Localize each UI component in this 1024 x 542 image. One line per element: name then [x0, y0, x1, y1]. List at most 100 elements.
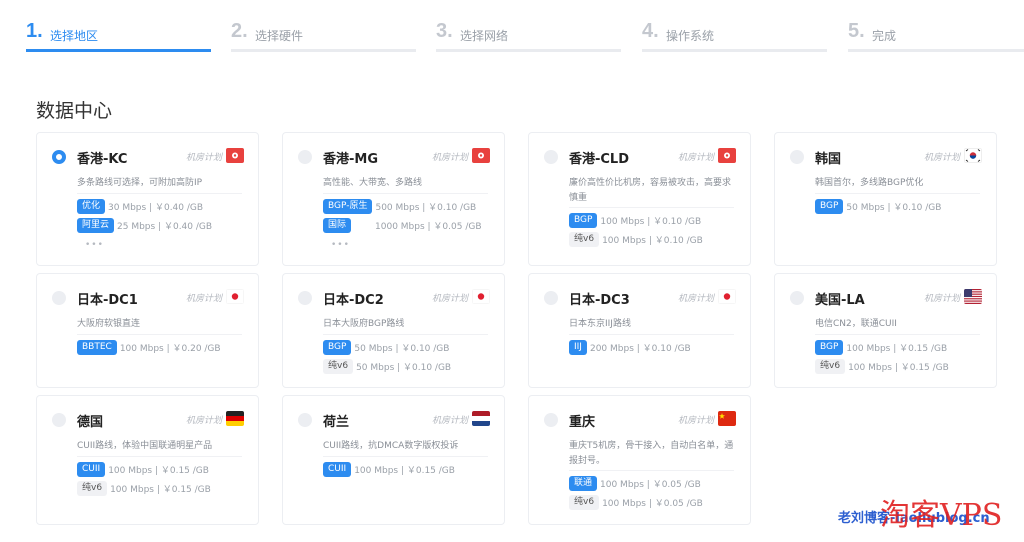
line-badge: CUII: [77, 462, 106, 477]
line-option: 纯v6 50 Mbps | ￥0.10 /GB: [323, 359, 451, 375]
datacenter-card-jp-dc3[interactable]: 日本-DC3 机房计划 日本东京IIJ路线 IIJ 200 Mbps | ￥0.1…: [528, 273, 751, 388]
line-info: 500 Mbps | ￥0.10 /GB: [375, 203, 477, 213]
line-info: 100 Mbps | ￥0.05 /GB: [600, 480, 701, 490]
datacenter-description: 日本东京IIJ路线: [569, 319, 631, 329]
divider: [569, 334, 734, 335]
section-title: 数据中心: [36, 100, 113, 122]
step-bar: [231, 49, 416, 52]
plan-tag: 机房计划: [185, 416, 222, 426]
line-option: BGP 50 Mbps | ￥0.10 /GB: [323, 340, 449, 356]
step-bar: [26, 49, 211, 52]
plan-tag: 机房计划: [677, 416, 714, 426]
line-badge: 纯v6: [323, 359, 354, 374]
step-bar: [436, 49, 621, 52]
datacenter-card-hk-mg[interactable]: 香港-MG 机房计划 高性能、大带宽、多路线 BGP-原生 500 Mbps | …: [282, 132, 505, 266]
line-option: 纯v6 100 Mbps | ￥0.15 /GB: [77, 481, 211, 497]
line-badge: 联通: [569, 476, 598, 491]
line-badge: BGP: [323, 340, 352, 355]
datacenter-card-netherlands[interactable]: 荷兰 机房计划 CUII路线，抗DMCA数字版权投诉 CUII 100 Mbps …: [282, 395, 505, 525]
datacenter-card-jp-dc1[interactable]: 日本-DC1 机房计划 大阪府软银直连 BBTEC 100 Mbps | ￥0.2…: [36, 273, 259, 388]
vps-watermark: 淘客VPS: [880, 498, 1003, 533]
step-label: 选择硬件: [255, 29, 304, 43]
datacenter-name: 荷兰: [323, 415, 350, 430]
plan-tag: 机房计划: [677, 294, 714, 304]
line-info: 100 Mbps | ￥0.10 /GB: [600, 217, 702, 227]
datacenter-description: 重庆T5机房，骨干接入，自动白名单，通报封号。: [569, 441, 734, 466]
line-badge: BGP: [569, 213, 598, 228]
radio-button[interactable]: [52, 150, 66, 164]
datacenter-card-hk-kc[interactable]: 香港-KC 机房计划 多条路线可选择，可附加高防IP 优化 30 Mbps | ￥…: [36, 132, 259, 266]
line-badge: 纯v6: [815, 359, 846, 374]
datacenter-name: 重庆: [569, 415, 596, 430]
step-finish[interactable]: 5. 完成: [848, 16, 1024, 52]
line-badge: 纯v6: [77, 481, 108, 496]
line-option: 纯v6 100 Mbps | ￥0.10 /GB: [569, 232, 703, 248]
radio-button[interactable]: [544, 291, 558, 305]
step-select-region[interactable]: 1. 选择地区: [26, 16, 211, 52]
line-info: 100 Mbps | ￥0.15 /GB: [110, 485, 211, 495]
datacenter-description: 韩国首尔，多线路BGP优化: [815, 178, 924, 188]
korea-flag-icon: [964, 148, 982, 163]
datacenter-description: 高性能、大带宽、多路线: [323, 178, 423, 188]
step-operating-system[interactable]: 4. 操作系统: [642, 16, 827, 52]
datacenter-description: 电信CN2，联通CUII: [815, 319, 897, 329]
plan-tag: 机房计划: [923, 294, 960, 304]
more-icon[interactable]: •••: [85, 240, 104, 250]
china-flag-icon: [718, 411, 736, 426]
datacenter-card-korea[interactable]: 韩国 机房计划 韩国首尔，多线路BGP优化 BGP 50 Mbps | ￥0.10…: [774, 132, 997, 266]
step-number: 1.: [26, 20, 43, 42]
line-option: 纯v6 100 Mbps | ￥0.15 /GB: [815, 359, 949, 375]
divider: [77, 334, 242, 335]
plan-tag: 机房计划: [185, 294, 222, 304]
line-info: 100 Mbps | ￥0.15 /GB: [848, 363, 949, 373]
radio-button[interactable]: [52, 413, 66, 427]
line-option: 国际 1000 Mbps | ￥0.05 /GB: [323, 218, 482, 234]
line-badge: BGP: [815, 199, 844, 214]
line-option: 优化 30 Mbps | ￥0.40 /GB: [77, 199, 203, 215]
line-option: 联通 100 Mbps | ￥0.05 /GB: [569, 476, 701, 492]
step-bar: [848, 49, 1024, 52]
radio-button[interactable]: [298, 413, 312, 427]
hong-kong-flag-icon: [226, 148, 244, 163]
datacenter-name: 美国-LA: [815, 293, 865, 308]
line-option: CUII 100 Mbps | ￥0.15 /GB: [323, 462, 455, 478]
line-option: 纯v6 100 Mbps | ￥0.05 /GB: [569, 495, 703, 511]
step-progress: 1. 选择地区 2. 选择硬件 3. 选择网络 4. 操作系统 5. 完成: [26, 16, 1024, 52]
plan-tag: 机房计划: [923, 153, 960, 163]
line-badge: 纯v6: [569, 232, 600, 247]
datacenter-card-jp-dc2[interactable]: 日本-DC2 机房计划 日本大阪府BGP路线 BGP 50 Mbps | ￥0.1…: [282, 273, 505, 388]
datacenter-card-us-la[interactable]: 美国-LA 机房计划 电信CN2，联通CUII BGP 100 Mbps | ￥0…: [774, 273, 997, 388]
radio-button[interactable]: [790, 291, 804, 305]
step-select-network[interactable]: 3. 选择网络: [436, 16, 621, 52]
line-badge: 纯v6: [569, 495, 600, 510]
radio-button[interactable]: [298, 291, 312, 305]
radio-button[interactable]: [298, 150, 312, 164]
datacenter-card-chongqing[interactable]: 重庆 机房计划 重庆T5机房，骨干接入，自动白名单，通报封号。 联通 100 Mb…: [528, 395, 751, 525]
japan-flag-icon: [718, 289, 736, 304]
line-info: 100 Mbps | ￥0.15 /GB: [354, 466, 455, 476]
datacenter-name: 日本-DC3: [569, 293, 630, 308]
line-info: 1000 Mbps | ￥0.05 /GB: [375, 222, 482, 232]
radio-button[interactable]: [790, 150, 804, 164]
line-info: 50 Mbps | ￥0.10 /GB: [846, 203, 942, 213]
datacenter-name: 香港-CLD: [569, 152, 630, 167]
divider: [323, 334, 488, 335]
line-info: 100 Mbps | ￥0.20 /GB: [119, 344, 221, 354]
radio-button[interactable]: [544, 150, 558, 164]
germany-flag-icon: [226, 411, 244, 426]
step-label: 完成: [872, 29, 897, 43]
radio-button[interactable]: [52, 291, 66, 305]
more-icon[interactable]: •••: [331, 240, 350, 250]
radio-button[interactable]: [544, 413, 558, 427]
line-info: 30 Mbps | ￥0.40 /GB: [108, 203, 204, 213]
line-badge: 国际: [323, 218, 352, 233]
line-info: 50 Mbps | ￥0.10 /GB: [356, 363, 452, 373]
datacenter-card-hk-cld[interactable]: 香港-CLD 机房计划 廉价高性价比机房，容易被攻击，高要求慎重 BGP 100 …: [528, 132, 751, 266]
datacenter-description: CUII路线，抗DMCA数字版权投诉: [323, 441, 459, 451]
datacenter-card-germany[interactable]: 德国 机房计划 CUII路线，体验中国联通明星产品 CUII 100 Mbps |…: [36, 395, 259, 525]
line-option: CUII 100 Mbps | ￥0.15 /GB: [77, 462, 209, 478]
datacenter-description: 日本大阪府BGP路线: [323, 319, 405, 329]
step-select-hardware[interactable]: 2. 选择硬件: [231, 16, 416, 52]
divider: [77, 193, 242, 194]
line-option: 阿里云 25 Mbps | ￥0.40 /GB: [77, 218, 212, 234]
